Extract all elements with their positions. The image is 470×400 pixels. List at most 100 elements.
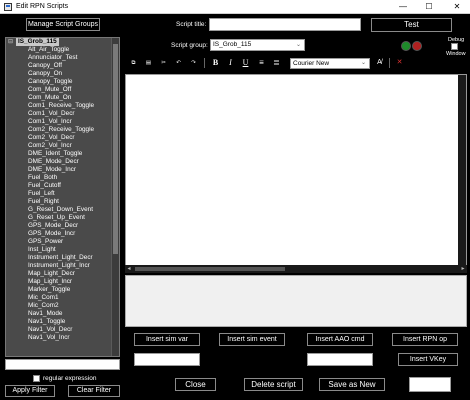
bold-button[interactable]: B xyxy=(209,57,222,69)
aao-cmd-field[interactable] xyxy=(307,353,373,366)
script-list-item[interactable]: G_Reset_Down_Event xyxy=(6,206,111,214)
font-select[interactable]: Courier New ⌄ xyxy=(290,58,370,69)
clear-format-icon[interactable]: A̸ xyxy=(373,57,386,69)
tree-scrollbar[interactable] xyxy=(111,38,119,356)
script-list-item[interactable]: Fuel_Right xyxy=(6,198,111,206)
maximize-button[interactable]: ☐ xyxy=(418,0,440,14)
sim-var-field[interactable] xyxy=(134,353,200,366)
script-list-item[interactable]: GPS_Power xyxy=(6,238,111,246)
script-group-value: IS_Grob_115 xyxy=(213,41,252,48)
tree-items: Alt_Air_Toggle Annunciator_Test Canopy_Off… xyxy=(6,46,111,342)
script-list-item[interactable]: Mic_Com1 xyxy=(6,294,111,302)
script-list-item[interactable]: Com1_Vol_Decr xyxy=(6,110,111,118)
app-icon xyxy=(4,3,12,11)
script-list-item[interactable]: Marker_Toggle xyxy=(6,286,111,294)
tree-root[interactable]: ⊟ IS_Grob_115 xyxy=(6,38,111,46)
script-list-item[interactable]: Canopy_On xyxy=(6,70,111,78)
script-list-item[interactable]: Com_Mute_On xyxy=(6,94,111,102)
insert-rpn-op-button[interactable]: Insert RPN op xyxy=(392,333,458,346)
regex-label: regular expression xyxy=(43,375,97,382)
scroll-right-icon[interactable]: ▸ xyxy=(459,265,467,273)
script-list-item[interactable]: Canopy_Off xyxy=(6,62,111,70)
minimize-button[interactable]: — xyxy=(392,0,414,14)
editor-vscrollbar[interactable] xyxy=(458,75,466,270)
clear-filter-button[interactable]: Clear Filter xyxy=(68,385,120,397)
script-list-item[interactable]: Annunciator_Test xyxy=(6,54,111,62)
script-list-item[interactable]: Instrument_Light_Incr xyxy=(6,262,111,270)
script-list-item[interactable]: DME_Mode_Incr xyxy=(6,166,111,174)
script-title-input[interactable] xyxy=(209,18,361,31)
italic-button[interactable]: I xyxy=(224,57,237,69)
script-list-item[interactable]: GPS_Mode_Decr xyxy=(6,222,111,230)
script-list-item[interactable]: Nav1_Mode xyxy=(6,310,111,318)
script-group-label: Script group: xyxy=(171,42,208,49)
toolbar-divider xyxy=(389,58,390,68)
script-group-select[interactable]: IS_Grob_115 ⌄ xyxy=(210,39,305,51)
save-button[interactable] xyxy=(409,377,451,392)
cut-icon[interactable]: ✂ xyxy=(157,57,170,69)
close-button[interactable]: Close xyxy=(175,378,216,391)
script-tree-list: ⊟ IS_Grob_115 Alt_Air_Toggle Annunciator_… xyxy=(6,38,111,356)
script-list-item[interactable]: Nav1_Vol_Decr xyxy=(6,326,111,334)
output-panel xyxy=(125,275,467,327)
script-list-item[interactable]: Map_Light_Decr xyxy=(6,270,111,278)
script-tree: ⊟ IS_Grob_115 Alt_Air_Toggle Annunciator_… xyxy=(5,37,120,357)
script-list-item[interactable]: DME_Mode_Decr xyxy=(6,158,111,166)
script-list-item[interactable]: Com2_Vol_Decr xyxy=(6,134,111,142)
insert-sim-event-button[interactable]: Insert sim event xyxy=(219,333,285,346)
script-list-item[interactable]: DME_Ident_Toggle xyxy=(6,150,111,158)
script-list-item[interactable]: Com1_Receive_Toggle xyxy=(6,102,111,110)
regex-checkbox[interactable] xyxy=(33,375,40,382)
align-left-icon[interactable]: ≡ xyxy=(255,57,268,69)
script-list-item[interactable]: Alt_Air_Toggle xyxy=(6,46,111,54)
scroll-left-icon[interactable]: ◂ xyxy=(125,265,133,273)
manage-script-groups-button[interactable]: Manage Script Groups xyxy=(26,18,100,31)
script-list-item[interactable]: Com1_Vol_Incr xyxy=(6,118,111,126)
tree-scroll-thumb[interactable] xyxy=(113,44,118,254)
undo-icon[interactable]: ↶ xyxy=(172,57,185,69)
apply-filter-button[interactable]: Apply Filter xyxy=(5,385,55,397)
script-list-item[interactable]: G_Reset_Up_Event xyxy=(6,214,111,222)
stop-icon[interactable]: ✕ xyxy=(393,57,406,69)
underline-button[interactable]: U xyxy=(239,57,252,69)
script-list-item[interactable]: Fuel_Cutoff xyxy=(6,182,111,190)
script-list-item[interactable]: Nav1_Vol_Incr xyxy=(6,334,111,342)
script-list-item[interactable]: GPS_Mode_Incr xyxy=(6,230,111,238)
toolbar-divider xyxy=(204,58,205,68)
font-select-value: Courier New xyxy=(293,60,330,67)
status-led-green xyxy=(401,41,411,51)
paste-icon[interactable]: ▤ xyxy=(142,57,155,69)
script-list-item[interactable]: Fuel_Both xyxy=(6,174,111,182)
debug-checkbox[interactable] xyxy=(451,43,458,50)
filter-input[interactable] xyxy=(5,359,120,370)
script-list-item[interactable]: Map_Light_Incr xyxy=(6,278,111,286)
insert-sim-var-button[interactable]: Insert sim var xyxy=(134,333,200,346)
script-list-item[interactable]: Nav1_Toggle xyxy=(6,318,111,326)
script-list-item[interactable]: Mic_Com2 xyxy=(6,302,111,310)
script-list-item[interactable]: Fuel_Left xyxy=(6,190,111,198)
copy-icon[interactable]: ⧉ xyxy=(127,57,140,69)
expand-icon[interactable]: ⊟ xyxy=(8,39,14,45)
chevron-down-icon: ⌄ xyxy=(360,60,366,66)
script-list-item[interactable]: Com_Mute_Off xyxy=(6,86,111,94)
window-title: Edit RPN Scripts xyxy=(16,3,69,10)
align-right-icon[interactable]: ≣ xyxy=(270,57,283,69)
script-list-item[interactable]: Inst_Light xyxy=(6,246,111,254)
hscroll-thumb[interactable] xyxy=(135,267,285,271)
editor-hscrollbar[interactable]: ◂ ▸ xyxy=(125,265,467,273)
script-title-label: Script title: xyxy=(176,21,207,28)
delete-script-button[interactable]: Delete script xyxy=(244,378,303,391)
close-window-button[interactable]: ✕ xyxy=(446,0,468,14)
save-as-new-button[interactable]: Save as New xyxy=(319,378,385,391)
insert-aao-cmd-button[interactable]: Insert AAO cmd xyxy=(307,333,373,346)
script-list-item[interactable]: Com2_Receive_Toggle xyxy=(6,126,111,134)
editor-toolbar: ⧉ ▤ ✂ ↶ ↷ B I U ≡ ≣ Courier New ⌄ A̸ ✕ xyxy=(125,56,467,71)
script-list-item[interactable]: Instrument_Light_Decr xyxy=(6,254,111,262)
test-button[interactable]: Test xyxy=(371,18,452,32)
title-bar: Edit RPN Scripts — ☐ ✕ xyxy=(0,0,470,14)
script-list-item[interactable]: Canopy_Toggle xyxy=(6,78,111,86)
script-editor[interactable] xyxy=(125,74,467,271)
redo-icon[interactable]: ↷ xyxy=(187,57,200,69)
script-list-item[interactable]: Com2_Vol_Incr xyxy=(6,142,111,150)
insert-vkey-button[interactable]: Insert VKey xyxy=(398,353,458,366)
